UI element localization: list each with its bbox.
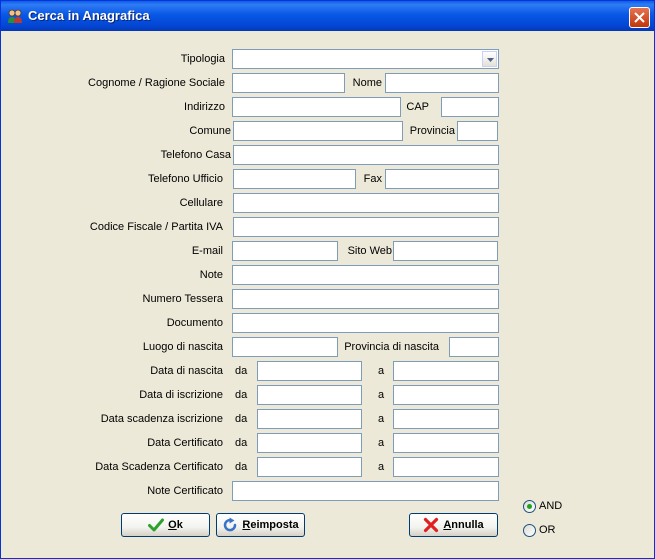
tipologia-select[interactable] [232, 49, 499, 69]
numero-tessera-input[interactable] [232, 289, 499, 309]
data-nascita-da-label: da [235, 365, 248, 377]
window-title: Cerca in Anagrafica [28, 8, 150, 23]
annulla-button[interactable]: Annulla [409, 513, 498, 537]
data-scadenza-iscrizione-from-input[interactable] [257, 409, 362, 429]
note-certificato-input[interactable] [232, 481, 499, 501]
data-scadenza-certificato-to-input[interactable] [393, 457, 499, 477]
provincia-nascita-label: Provincia di nascita [344, 341, 439, 353]
luogo-nascita-label: Luogo di nascita [142, 341, 223, 353]
data-iscrizione-a-label: a [378, 389, 385, 401]
ok-button[interactable]: Ok [121, 513, 210, 537]
cap-label: CAP [406, 101, 429, 113]
codice-fiscale-input[interactable] [233, 217, 499, 237]
or-label[interactable]: OR [539, 523, 556, 537]
data-scadenza-certificato-da-label: da [235, 461, 248, 473]
documento-input[interactable] [232, 313, 499, 333]
email-input[interactable] [232, 241, 338, 261]
annulla-button-label: Annulla [443, 519, 484, 531]
note-certificato-label: Note Certificato [147, 485, 223, 497]
provincia-input[interactable] [457, 121, 498, 141]
tipologia-label: Tipologia [180, 53, 225, 65]
note-label: Note [199, 269, 223, 281]
reimposta-button[interactable]: Reimposta [216, 513, 305, 537]
nome-input[interactable] [385, 73, 499, 93]
documento-label: Documento [166, 317, 223, 329]
data-nascita-from-input[interactable] [257, 361, 362, 381]
telefono-casa-input[interactable] [233, 145, 499, 165]
data-iscrizione-da-label: da [235, 389, 248, 401]
data-iscrizione-from-input[interactable] [257, 385, 362, 405]
indirizzo-input[interactable] [232, 97, 401, 117]
sito-web-input[interactable] [393, 241, 498, 261]
cognome-label: Cognome / Ragione Sociale [88, 77, 225, 89]
data-nascita-a-label: a [378, 365, 385, 377]
data-scadenza-certificato-a-label: a [378, 461, 385, 473]
chevron-down-icon [487, 58, 494, 62]
close-icon [634, 12, 645, 23]
telefono-ufficio-input[interactable] [233, 169, 356, 189]
and-radio[interactable] [523, 500, 536, 513]
data-scadenza-certificato-from-input[interactable] [257, 457, 362, 477]
note-input[interactable] [232, 265, 499, 285]
close-button[interactable] [629, 7, 650, 28]
provincia-label: Provincia [409, 125, 455, 137]
luogo-nascita-input[interactable] [232, 337, 338, 357]
or-radio[interactable] [523, 524, 536, 537]
email-label: E-mail [191, 245, 223, 257]
numero-tessera-label: Numero Tessera [142, 293, 224, 305]
checkmark-icon [148, 518, 165, 532]
telefono-ufficio-label: Telefono Ufficio [147, 173, 223, 185]
form-area: Tipologia Cognome / Ragione Sociale Nome… [4, 31, 651, 556]
cellulare-label: Cellulare [179, 197, 223, 209]
title-bar[interactable]: Cerca in Anagrafica [1, 1, 654, 31]
cancel-x-icon [424, 517, 439, 533]
sito-web-label: Sito Web [347, 245, 392, 257]
search-dialog: Cerca in Anagrafica Tipologia Cognome / … [0, 0, 655, 559]
data-scadenza-certificato-label: Data Scadenza Certificato [95, 461, 223, 473]
data-certificato-label: Data Certificato [147, 437, 223, 449]
data-certificato-from-input[interactable] [257, 433, 362, 453]
data-nascita-to-input[interactable] [393, 361, 499, 381]
data-certificato-da-label: da [235, 437, 248, 449]
data-nascita-label: Data di nascita [150, 365, 223, 377]
telefono-casa-label: Telefono Casa [160, 149, 231, 161]
people-icon [7, 8, 23, 24]
codice-fiscale-label: Codice Fiscale / Partita IVA [89, 221, 223, 233]
reimposta-button-label: Reimposta [242, 519, 299, 531]
data-scadenza-iscrizione-da-label: da [235, 413, 248, 425]
provincia-nascita-input[interactable] [449, 337, 499, 357]
cap-input[interactable] [441, 97, 499, 117]
comune-input[interactable] [233, 121, 403, 141]
fax-input[interactable] [385, 169, 499, 189]
cellulare-input[interactable] [233, 193, 499, 213]
radio-selected-dot [527, 504, 532, 509]
data-scadenza-iscrizione-label: Data scadenza iscrizione [100, 413, 223, 425]
and-label[interactable]: AND [539, 499, 562, 513]
cognome-input[interactable] [232, 73, 345, 93]
data-iscrizione-to-input[interactable] [393, 385, 499, 405]
data-scadenza-iscrizione-a-label: a [378, 413, 385, 425]
comune-label: Comune [189, 125, 231, 137]
nome-label: Nome [352, 77, 382, 89]
refresh-icon [224, 517, 237, 532]
indirizzo-label: Indirizzo [184, 101, 225, 113]
data-scadenza-iscrizione-to-input[interactable] [393, 409, 499, 429]
data-certificato-a-label: a [378, 437, 385, 449]
dropdown-button[interactable] [482, 51, 497, 67]
data-iscrizione-label: Data di iscrizione [139, 389, 223, 401]
data-certificato-to-input[interactable] [393, 433, 499, 453]
fax-label: Fax [363, 173, 382, 185]
ok-button-label: Ok [168, 519, 183, 531]
